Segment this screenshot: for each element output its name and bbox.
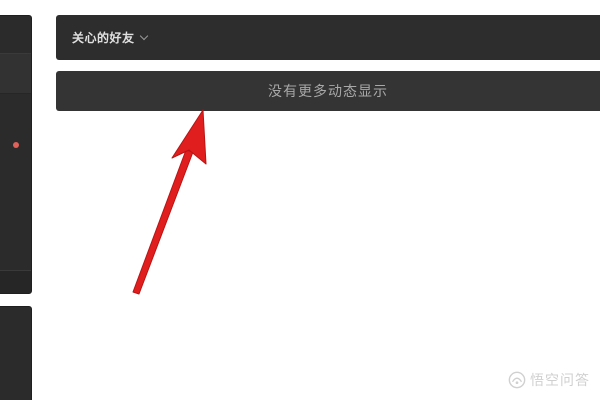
wukong-logo-icon bbox=[508, 371, 526, 389]
arrow-head bbox=[171, 109, 207, 165]
no-more-updates-bar[interactable]: 没有更多动态显示 bbox=[56, 71, 600, 111]
left-sidebar-panel bbox=[0, 15, 32, 294]
watermark: 悟空问答 bbox=[508, 370, 590, 390]
notification-dot bbox=[13, 142, 19, 148]
arrow-shaft bbox=[132, 149, 194, 295]
page: 关心的好友 没有更多动态显示 悟空问答 bbox=[0, 0, 600, 400]
friends-dropdown-label: 关心的好友 bbox=[72, 31, 135, 45]
sidebar-selected-row[interactable] bbox=[0, 53, 31, 94]
red-arrow-annotation bbox=[132, 109, 207, 295]
sidebar-footer bbox=[0, 270, 31, 293]
left-sidebar-lower-panel bbox=[0, 306, 32, 400]
no-more-updates-text: 没有更多动态显示 bbox=[268, 84, 388, 100]
chevron-down-icon bbox=[139, 31, 148, 41]
watermark-text: 悟空问答 bbox=[530, 373, 590, 389]
friends-dropdown[interactable]: 关心的好友 bbox=[56, 15, 600, 60]
